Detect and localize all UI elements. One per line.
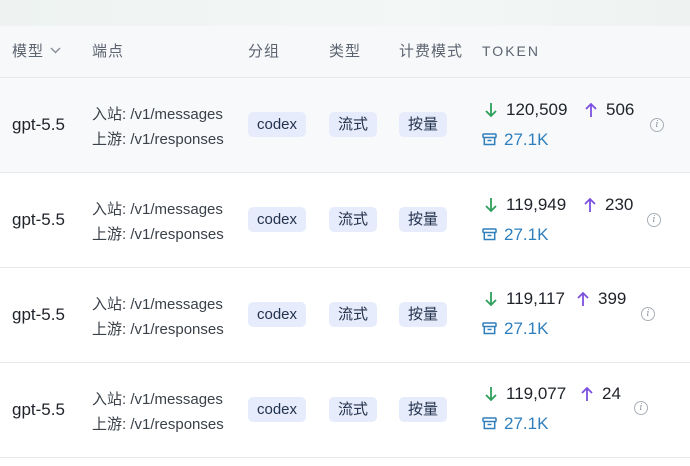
inbound-label: 入站: (92, 106, 127, 123)
column-header-model-label: 模型 (12, 43, 45, 60)
arrow-up-icon (577, 291, 589, 306)
model-name: gpt-5.5 (12, 210, 65, 229)
cache-tokens-value: 27.1K (504, 130, 549, 149)
info-icon[interactable]: i (634, 401, 648, 415)
inbound-path: /v1/messages (130, 296, 223, 313)
column-header-type: 类型 (329, 43, 362, 60)
type-tag: 流式 (329, 302, 378, 327)
inbound-label: 入站: (92, 201, 127, 218)
type-tag: 流式 (329, 112, 378, 137)
group-tag: codex (248, 302, 307, 327)
endpoint-inbound: 入站: /v1/messages (92, 293, 223, 314)
info-icon[interactable]: i (650, 118, 664, 132)
group-tag: codex (248, 207, 307, 232)
upstream-path: /v1/responses (130, 416, 224, 433)
column-header-billing: 计费模式 (399, 43, 464, 60)
column-header-token: TOKEN (482, 43, 540, 59)
table-row[interactable]: gpt-5.5 入站: /v1/messages 上游: /v1/respons… (0, 363, 690, 458)
upstream-label: 上游: (92, 226, 127, 243)
inbound-path: /v1/messages (130, 106, 223, 123)
upstream-path: /v1/responses (130, 321, 224, 338)
endpoint-inbound: 入站: /v1/messages (92, 103, 223, 124)
arrow-down-icon (485, 292, 497, 307)
model-name: gpt-5.5 (12, 400, 65, 419)
upstream-path: /v1/responses (130, 131, 224, 148)
upstream-label: 上游: (92, 416, 127, 433)
archive-box-icon (482, 228, 497, 241)
endpoint-upstream: 上游: /v1/responses (92, 128, 224, 149)
endpoint-upstream: 上游: /v1/responses (92, 318, 224, 339)
endpoint-upstream: 上游: /v1/responses (92, 223, 224, 244)
upstream-path: /v1/responses (130, 226, 224, 243)
inbound-path: /v1/messages (130, 201, 223, 218)
archive-box-icon (482, 133, 497, 146)
table-row[interactable]: gpt-5.5 入站: /v1/messages 上游: /v1/respons… (0, 78, 690, 173)
info-icon[interactable]: i (647, 213, 661, 227)
billing-tag: 按量 (399, 302, 448, 327)
inbound-path: /v1/messages (130, 391, 223, 408)
info-icon[interactable]: i (641, 307, 655, 321)
group-tag: codex (248, 112, 307, 137)
upstream-label: 上游: (92, 131, 127, 148)
input-tokens-value: 119,117 (506, 289, 565, 308)
endpoint-inbound: 入站: /v1/messages (92, 388, 223, 409)
input-tokens-value: 119,949 (506, 195, 567, 214)
column-header-model[interactable]: 模型 (12, 26, 61, 77)
group-tag: codex (248, 397, 307, 422)
arrow-down-icon (485, 387, 497, 402)
cache-tokens-value: 27.1K (504, 414, 549, 433)
chevron-down-icon[interactable] (50, 47, 61, 54)
type-tag: 流式 (329, 397, 378, 422)
arrow-down-icon (485, 198, 497, 213)
column-header-endpoint: 端点 (92, 43, 125, 60)
table-row[interactable]: gpt-5.5 入站: /v1/messages 上游: /v1/respons… (0, 173, 690, 268)
table-row[interactable]: gpt-5.5 入站: /v1/messages 上游: /v1/respons… (0, 268, 690, 363)
input-tokens-value: 119,077 (506, 384, 567, 403)
arrow-up-icon (584, 197, 596, 212)
output-tokens-value: 24 (602, 384, 621, 403)
cache-tokens-value: 27.1K (504, 225, 549, 244)
input-tokens-value: 120,509 (506, 100, 568, 119)
output-tokens-value: 399 (598, 289, 627, 308)
output-tokens-value: 230 (605, 195, 634, 214)
arrow-up-icon (585, 102, 597, 117)
endpoint-upstream: 上游: /v1/responses (92, 413, 224, 434)
upstream-label: 上游: (92, 321, 127, 338)
column-header-group: 分组 (248, 43, 281, 60)
type-tag: 流式 (329, 207, 378, 232)
billing-tag: 按量 (399, 207, 448, 232)
billing-tag: 按量 (399, 112, 448, 137)
model-name: gpt-5.5 (12, 305, 65, 324)
cache-tokens-value: 27.1K (504, 319, 549, 338)
inbound-label: 入站: (92, 391, 127, 408)
arrow-up-icon (581, 386, 593, 401)
archive-box-icon (482, 322, 497, 335)
inbound-label: 入站: (92, 296, 127, 313)
archive-box-icon (482, 417, 497, 430)
endpoint-inbound: 入站: /v1/messages (92, 198, 223, 219)
model-name: gpt-5.5 (12, 115, 65, 134)
top-banner (0, 0, 690, 26)
billing-tag: 按量 (399, 397, 448, 422)
output-tokens-value: 506 (606, 100, 635, 119)
arrow-down-icon (485, 103, 497, 118)
table-header: 模型 端点 分组 类型 计费模式 TOKEN (0, 26, 690, 78)
